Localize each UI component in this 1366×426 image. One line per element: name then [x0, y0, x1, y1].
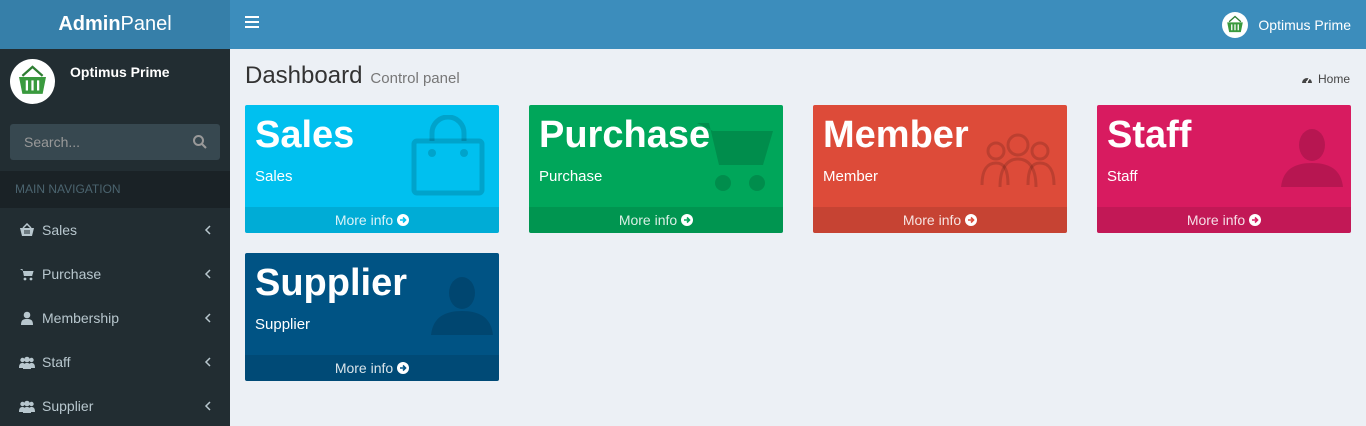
- box-title: Sales: [255, 114, 355, 156]
- sidebar-search: [10, 124, 220, 160]
- chevron-left-icon: [204, 357, 211, 367]
- more-info-label: More info: [334, 360, 394, 376]
- user-avatar-icon: [10, 59, 55, 104]
- purchase-box: Purchase Purchase More info: [529, 105, 783, 233]
- sidebar: Optimus Prime MAIN NAVIGATION Sales Purc…: [0, 49, 230, 426]
- sidebar-item-purchase[interactable]: Purchase: [0, 252, 230, 296]
- box-title: Staff: [1107, 114, 1192, 156]
- brand-logo[interactable]: AdminPanel: [0, 0, 230, 49]
- staff-box: Staff Staff More info: [1097, 105, 1351, 233]
- box-subtitle: Sales: [255, 168, 293, 185]
- more-info-link[interactable]: More info: [245, 207, 499, 233]
- sidebar-toggle-icon[interactable]: [245, 16, 259, 30]
- sidebar-menu: Sales Purchase Membership Staff Supplier: [0, 208, 230, 426]
- box-subtitle: Member: [823, 168, 879, 185]
- basket-icon: [17, 222, 37, 238]
- sales-box: Sales Sales More info: [245, 105, 499, 233]
- user-avatar-icon: [1222, 11, 1249, 38]
- brand-regular: Panel: [120, 13, 172, 35]
- top-navbar: Optimus Prime: [230, 0, 1366, 49]
- arrow-circle-right-icon: [397, 214, 410, 226]
- sidebar-item-label: Purchase: [42, 266, 102, 282]
- arrow-circle-right-icon: [397, 362, 410, 374]
- member-box: Member Member More info: [813, 105, 1067, 233]
- breadcrumb-home[interactable]: Home: [1301, 72, 1350, 86]
- supplier-box: Supplier Supplier More info: [245, 253, 499, 381]
- user-panel-name: Optimus Prime: [70, 64, 170, 80]
- box-subtitle: Purchase: [539, 168, 603, 185]
- more-info-label: More info: [334, 212, 394, 228]
- shopping-bag-icon: [411, 115, 485, 196]
- user-menu-name: Optimus Prime: [1258, 16, 1351, 33]
- more-info-link[interactable]: More info: [529, 207, 783, 233]
- box-title: Purchase: [539, 114, 711, 156]
- box-subtitle: Supplier: [255, 316, 311, 333]
- sidebar-item-label: Sales: [42, 222, 78, 238]
- chevron-left-icon: [204, 313, 211, 323]
- users-icon: [980, 133, 1056, 188]
- brand-bold: Admin: [58, 13, 121, 35]
- page-title: Dashboard: [245, 62, 363, 89]
- more-info-label: More info: [902, 212, 962, 228]
- user-menu[interactable]: Optimus Prime: [1222, 11, 1351, 38]
- more-info-link[interactable]: More info: [813, 207, 1067, 233]
- chevron-left-icon: [204, 401, 211, 411]
- user-panel: Optimus Prime: [0, 49, 230, 124]
- more-info-link[interactable]: More info: [245, 355, 499, 381]
- user-icon: [431, 277, 493, 335]
- nav-header: MAIN NAVIGATION: [0, 171, 230, 208]
- users-icon: [17, 398, 37, 414]
- search-input[interactable]: [10, 124, 180, 160]
- sidebar-item-label: Membership: [42, 310, 120, 326]
- sidebar-item-staff[interactable]: Staff: [0, 340, 230, 384]
- more-info-link[interactable]: More info: [1097, 207, 1351, 233]
- sidebar-item-membership[interactable]: Membership: [0, 296, 230, 340]
- arrow-circle-right-icon: [681, 214, 694, 226]
- sidebar-item-label: Supplier: [42, 398, 94, 414]
- search-icon[interactable]: [192, 134, 208, 150]
- chevron-left-icon: [204, 269, 211, 279]
- user-icon: [17, 310, 37, 326]
- more-info-label: More info: [1186, 212, 1246, 228]
- more-info-label: More info: [618, 212, 678, 228]
- sidebar-item-supplier[interactable]: Supplier: [0, 384, 230, 426]
- sidebar-item-label: Staff: [42, 354, 71, 370]
- box-title: Supplier: [255, 262, 408, 304]
- page-subtitle: Control panel: [370, 70, 460, 87]
- user-icon: [1281, 129, 1343, 187]
- sidebar-item-sales[interactable]: Sales: [0, 208, 230, 252]
- dashboard-icon: [1301, 77, 1312, 83]
- breadcrumb-label: Home: [1317, 72, 1350, 86]
- box-subtitle: Staff: [1107, 168, 1138, 185]
- chevron-left-icon: [204, 225, 211, 235]
- content-header: Dashboard Control panel: [245, 62, 460, 90]
- arrow-circle-right-icon: [965, 214, 978, 226]
- box-title: Member: [823, 114, 969, 156]
- users-icon: [17, 354, 37, 370]
- cart-icon: [17, 266, 37, 282]
- arrow-circle-right-icon: [1249, 214, 1262, 226]
